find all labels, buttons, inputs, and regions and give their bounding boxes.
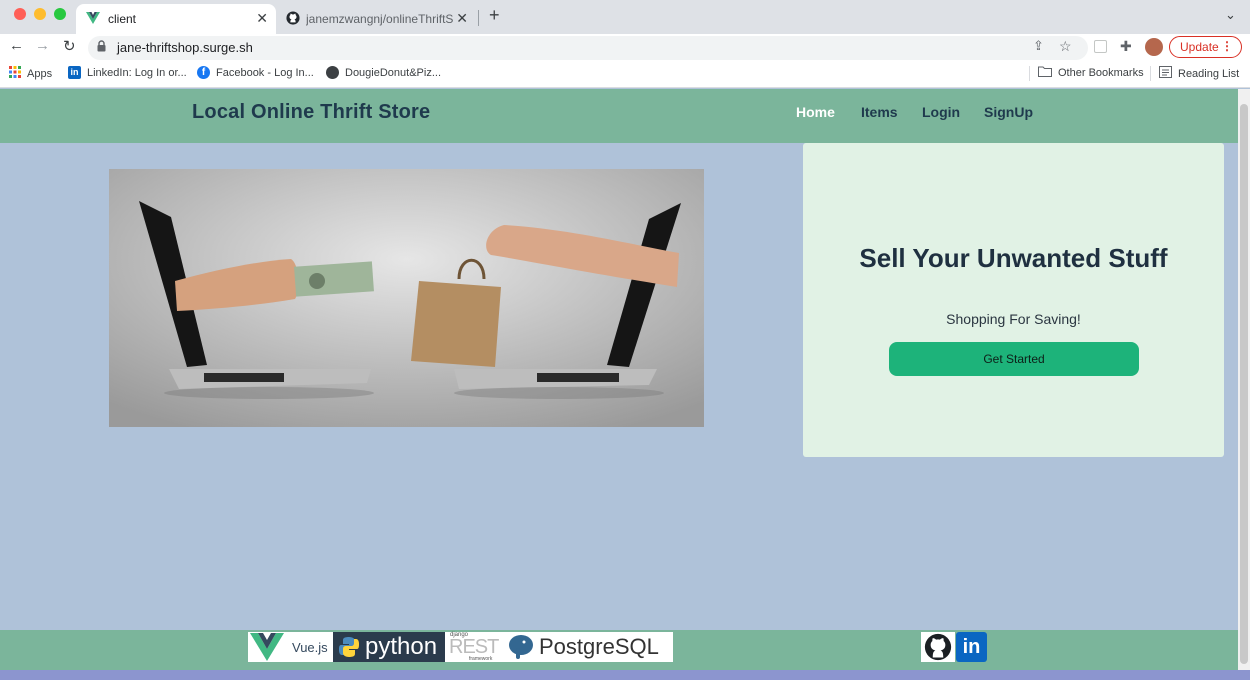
nav-home[interactable]: Home [796,104,835,120]
django-rest-logo: django REST framework [445,632,505,662]
browser-toolbar: ← → ↻ jane-thriftshop.surge.sh ⇪ ☆ ✚ Upd… [0,34,1250,60]
maximize-window-icon[interactable] [54,8,66,20]
bookmark-label: LinkedIn: Log In or... [87,66,187,79]
bookmark-star-icon[interactable]: ☆ [1059,38,1072,55]
vertical-scrollbar[interactable] [1238,89,1250,670]
scrollbar-thumb[interactable] [1240,104,1248,664]
lock-icon [97,40,106,55]
update-button[interactable]: Update ⋮ [1169,36,1242,58]
forward-arrow-icon[interactable]: → [35,37,50,54]
bookmark-label: DougieDonut&Piz... [345,66,441,79]
python-logo: python [333,632,445,662]
globe-icon [326,66,339,79]
postgresql-logo: PostgreSQL [505,632,673,662]
bookmark-dougie[interactable]: DougieDonut&Piz... [326,66,441,79]
back-arrow-icon[interactable]: ← [9,37,24,54]
python-logo-text: python [365,633,438,660]
tab-title: client [108,12,137,26]
tab-search-chevron-icon[interactable]: ⌄ [1225,7,1236,23]
site-brand[interactable]: Local Online Thrift Store [192,101,430,124]
tab-client[interactable]: client ✕ [76,4,276,34]
url-text: jane-thriftshop.surge.sh [117,40,253,55]
bookmarks-bar: Apps in LinkedIn: Log In or... f Faceboo… [0,60,1250,88]
tab-divider [478,10,479,26]
bookmark-linkedin[interactable]: in LinkedIn: Log In or... [68,66,187,79]
vue-logo-text: Vue.js [292,639,328,655]
bookmark-facebook[interactable]: f Facebook - Log In... [197,66,314,79]
bookmark-other[interactable]: Other Bookmarks [1038,66,1144,80]
nav-signup[interactable]: SignUp [984,104,1033,120]
bookmark-label: Facebook - Log In... [216,66,314,79]
page-bottom-strip [0,670,1250,680]
bookmark-label: Reading List [1178,67,1240,80]
folder-icon [1038,66,1052,80]
site-footer: Vue.js python django REST framework Post… [0,630,1238,670]
close-tab-icon[interactable]: ✕ [456,10,468,27]
tab-github[interactable]: janemzwangnj/onlineThriftShop ✕ [278,4,478,34]
linkedin-icon: in [68,66,81,79]
browser-tab-bar: client ✕ janemzwangnj/onlineThriftShop ✕… [0,0,1250,34]
update-label: Update [1180,40,1219,54]
reload-icon[interactable]: ↻ [63,37,76,55]
close-window-icon[interactable] [14,8,26,20]
github-icon [286,10,300,28]
nav-items[interactable]: Items [861,104,898,120]
bookmark-label: Apps [27,67,53,80]
vue-logo: Vue.js [248,632,333,662]
bookmark-apps[interactable]: Apps [9,66,52,81]
django-rest-logo-bottom: framework [469,656,493,662]
tab-title: janemzwangnj/onlineThriftShop [306,12,454,26]
bookmark-label: Other Bookmarks [1058,67,1144,79]
new-tab-icon[interactable]: + [489,5,500,26]
profile-avatar[interactable] [1145,38,1163,56]
bookmark-reading-list[interactable]: Reading List [1159,66,1239,81]
close-tab-icon[interactable]: ✕ [256,10,268,27]
facebook-icon: f [197,66,210,79]
hero-card: Sell Your Unwanted Stuff Shopping For Sa… [803,143,1224,457]
get-started-button[interactable]: Get Started [889,342,1139,376]
apps-grid-icon [9,66,21,81]
hero-subheading: Shopping For Saving! [946,311,1081,327]
get-started-label: Get Started [983,352,1045,366]
site-navbar: Local Online Thrift Store Home Items Log… [0,89,1238,143]
nav-login[interactable]: Login [922,104,960,120]
github-icon[interactable] [921,632,955,662]
hero-image [109,169,704,427]
puzzle-extensions-icon[interactable]: ✚ [1120,38,1132,55]
more-menu-icon: ⋮ [1221,39,1233,53]
reading-list-icon [1159,66,1172,81]
extension-icon[interactable] [1094,40,1107,53]
vue-icon [86,11,100,27]
bookmarks-divider [1150,66,1151,81]
bookmarks-divider [1029,66,1030,81]
django-rest-logo-text: REST [449,636,499,658]
hero-heading: Sell Your Unwanted Stuff [859,243,1168,273]
linkedin-icon[interactable]: in [956,632,987,662]
address-bar[interactable]: jane-thriftshop.surge.sh ⇪ ☆ [88,36,1088,60]
postgresql-logo-text: PostgreSQL [539,634,659,659]
share-icon[interactable]: ⇪ [1033,38,1044,54]
minimize-window-icon[interactable] [34,8,46,20]
